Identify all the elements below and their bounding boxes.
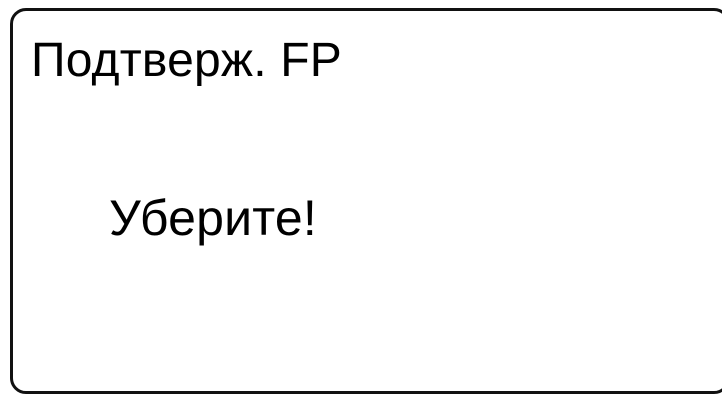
device-screen-frame: Подтверж. FP Уберите! xyxy=(10,8,722,394)
instruction-message: Уберите! xyxy=(109,190,317,246)
screen-title: Подтверж. FP xyxy=(31,34,343,87)
